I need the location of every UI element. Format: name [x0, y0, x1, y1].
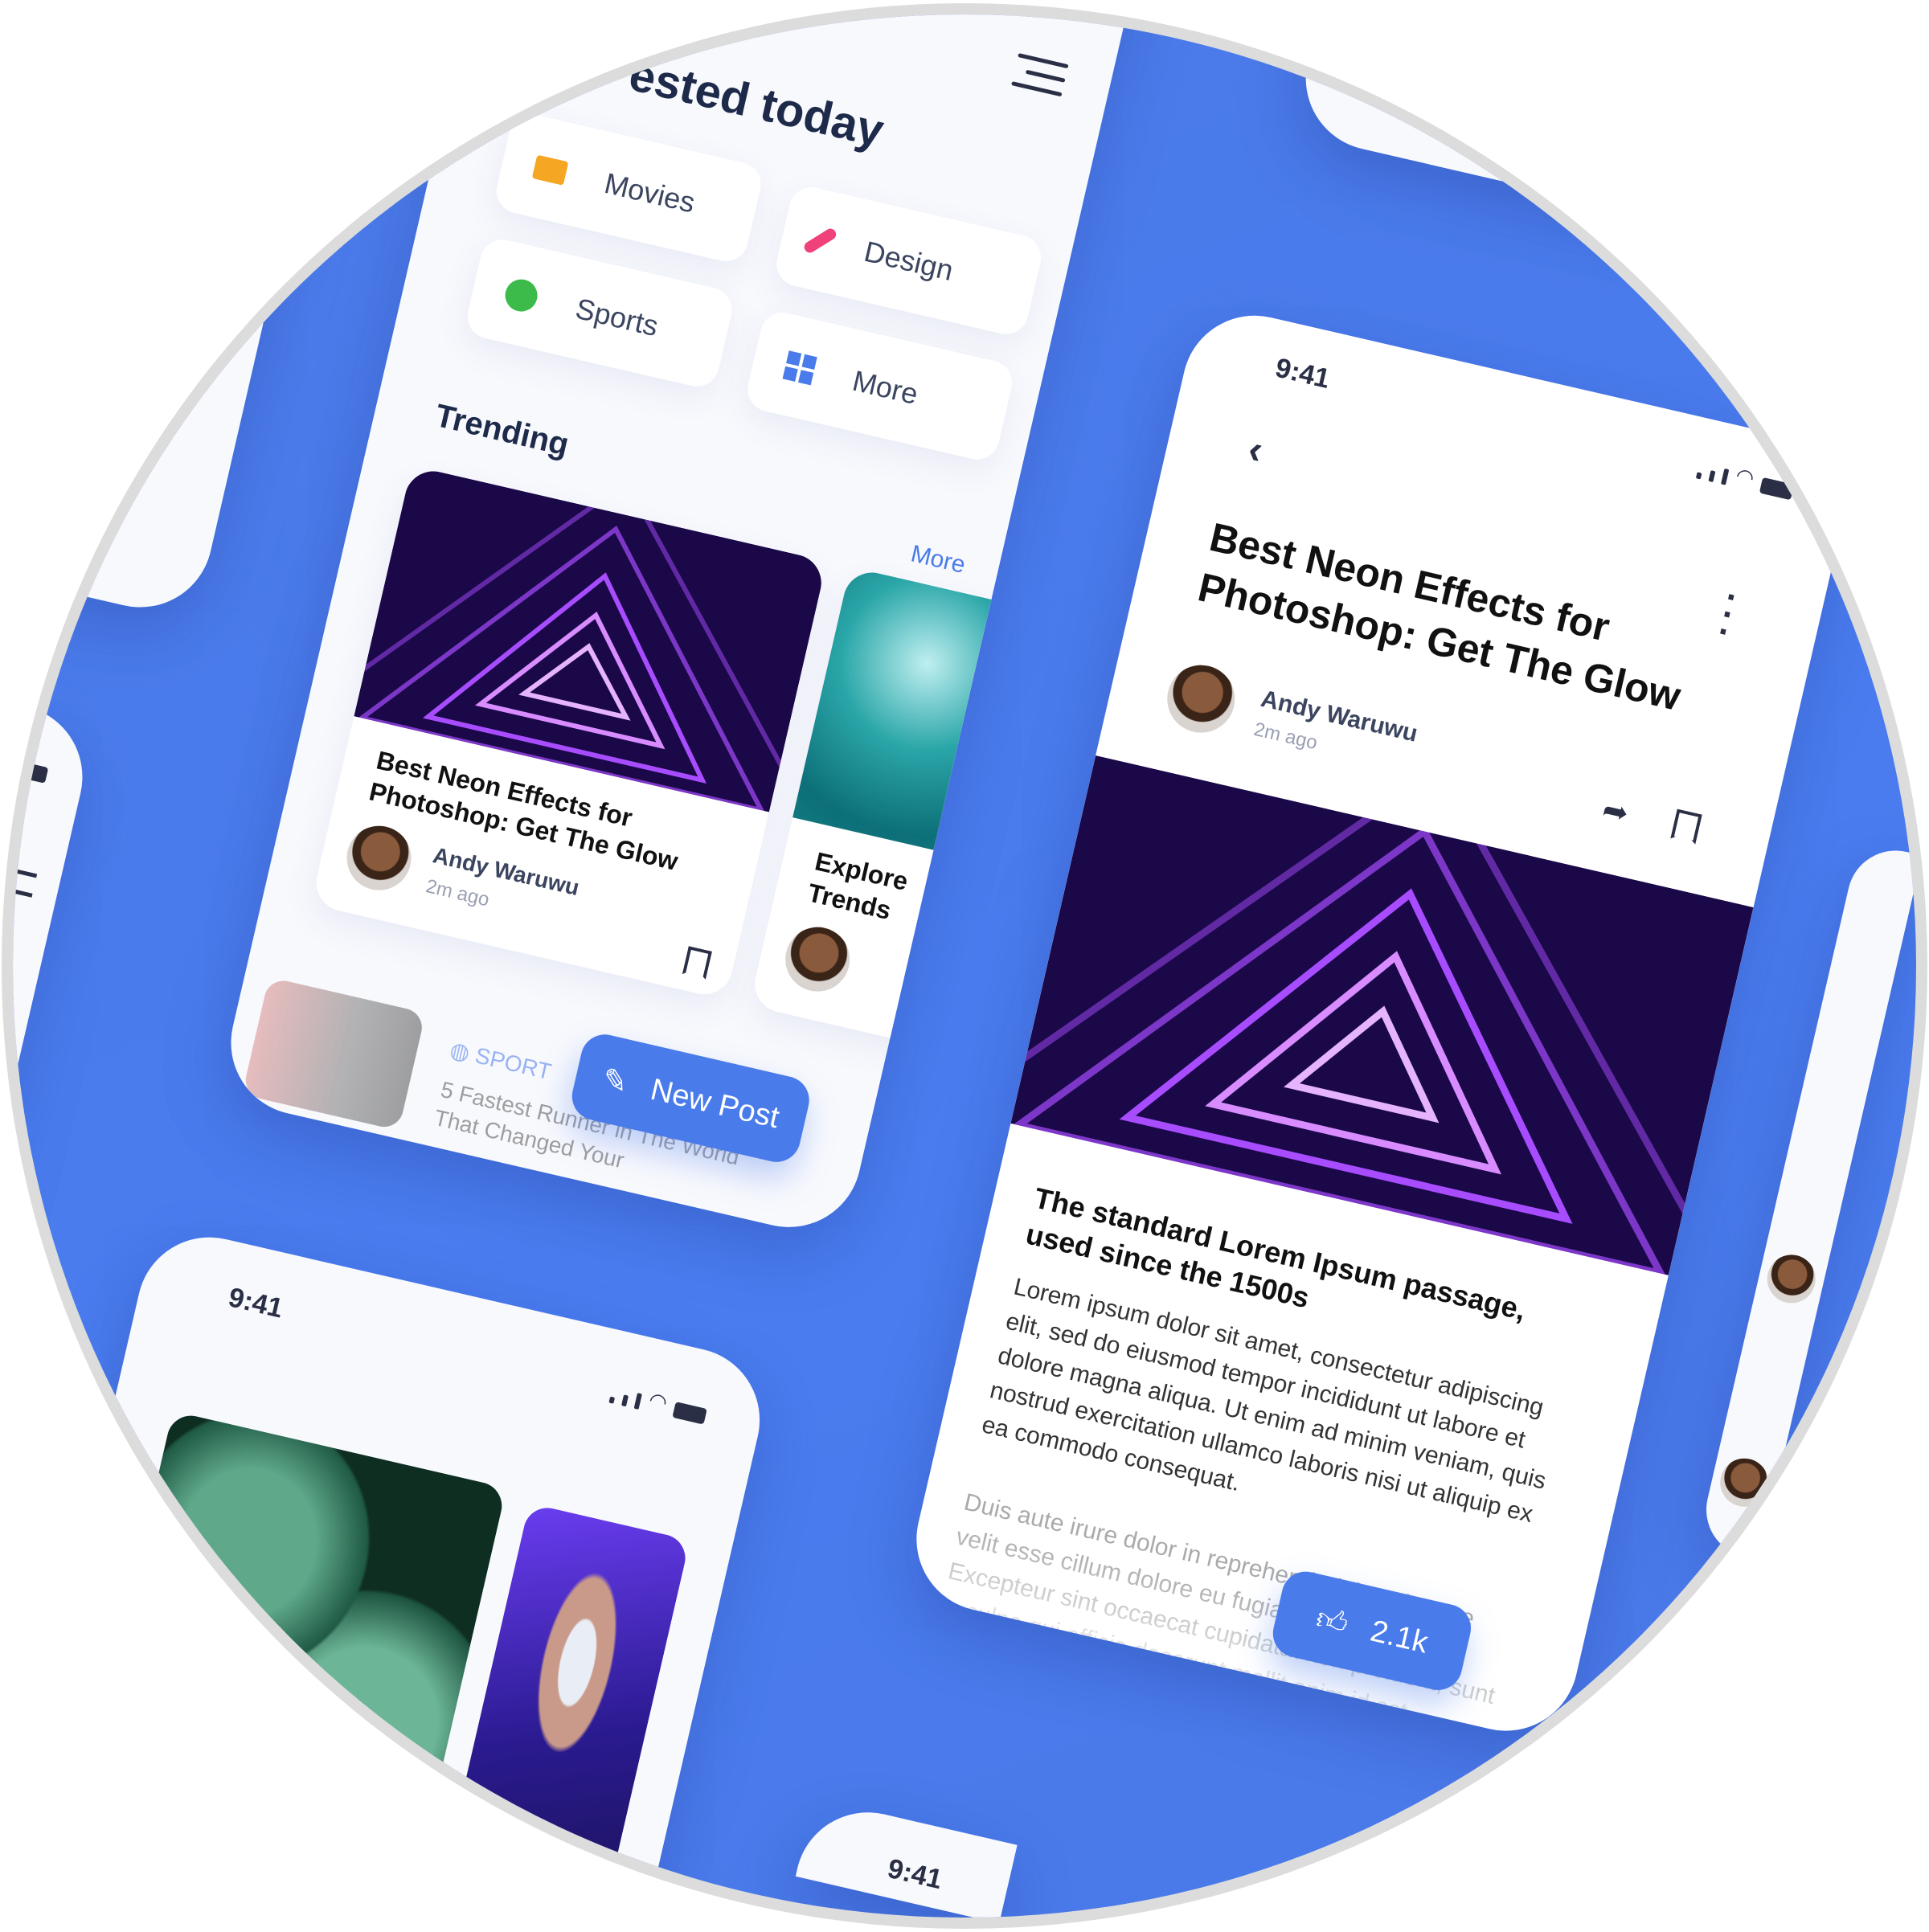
- battery-icon: [672, 1402, 707, 1425]
- battery-icon: [13, 759, 49, 784]
- avatar: [1715, 1453, 1774, 1512]
- phone-gallery: 9:41 ◠: [28, 1222, 775, 1914]
- bookmark-icon[interactable]: [682, 946, 712, 980]
- neon-image: [1010, 755, 1754, 1275]
- leaves-image[interactable]: [89, 1410, 507, 1848]
- page-title: ested today: [624, 47, 889, 158]
- status-time: 9:41: [225, 1282, 286, 1324]
- share-icon[interactable]: ➦: [1599, 791, 1632, 832]
- signal-icon: [1695, 463, 1730, 485]
- pencil-icon: ✎: [599, 1062, 632, 1101]
- status-time: 9:41: [1272, 352, 1333, 395]
- new-post-label: New Post: [647, 1072, 783, 1135]
- phone-bottom: 9:41: [795, 1798, 1018, 1918]
- trending-heading: Trending: [432, 398, 572, 463]
- category-label: Sports: [572, 291, 661, 342]
- phone-top-right: [1291, 14, 1834, 241]
- category-more[interactable]: More: [743, 308, 1017, 465]
- more-options-icon[interactable]: · · ·: [1714, 577, 1742, 653]
- status-icons: ◠: [608, 1378, 709, 1425]
- more-link[interactable]: More: [908, 540, 968, 579]
- wifi-icon: ◠: [646, 1386, 670, 1415]
- menu-button[interactable]: [1010, 53, 1069, 99]
- signal-icon: [608, 1387, 642, 1410]
- avatar: [1762, 1250, 1820, 1308]
- post-time: 2m ago: [424, 875, 492, 911]
- thumbs-up-icon: 👍︎: [1313, 1601, 1352, 1642]
- menu-icon: [13, 866, 38, 898]
- status-icons: ◠: [1695, 454, 1796, 501]
- showcase-circle: ◔ ested today Movies Design Sports More …: [13, 14, 1916, 1918]
- category-sports[interactable]: Sports: [463, 235, 737, 391]
- like-count: 2.1k: [1367, 1614, 1431, 1660]
- battery-icon: [1759, 477, 1794, 501]
- author-avatar: [340, 819, 418, 897]
- author-avatar: [779, 920, 857, 998]
- video-camera-icon: [531, 154, 569, 186]
- bookmark-icon[interactable]: [1670, 808, 1702, 844]
- category-label: Movies: [601, 166, 698, 219]
- category-label: Design: [861, 234, 956, 287]
- grid-icon: [782, 350, 817, 385]
- brush-icon: [802, 226, 838, 255]
- status-time: 9:41: [884, 1852, 945, 1896]
- wifi-icon: ◠: [1733, 462, 1757, 491]
- ball-icon: [502, 276, 541, 315]
- category-label: More: [850, 363, 922, 411]
- category-tag: ◍ SPORT: [447, 1037, 554, 1085]
- category-design[interactable]: Design: [772, 182, 1046, 339]
- phone-feed: ested today Movies Design Sports More Tr…: [216, 14, 1154, 1242]
- back-button[interactable]: ‹: [1244, 425, 1268, 473]
- trending-card[interactable]: Best Neon Effects for Photoshop: Get The…: [310, 465, 827, 1001]
- author-avatar: [1160, 658, 1242, 740]
- category-movies[interactable]: Movies: [492, 109, 766, 266]
- runner-image: [241, 976, 426, 1131]
